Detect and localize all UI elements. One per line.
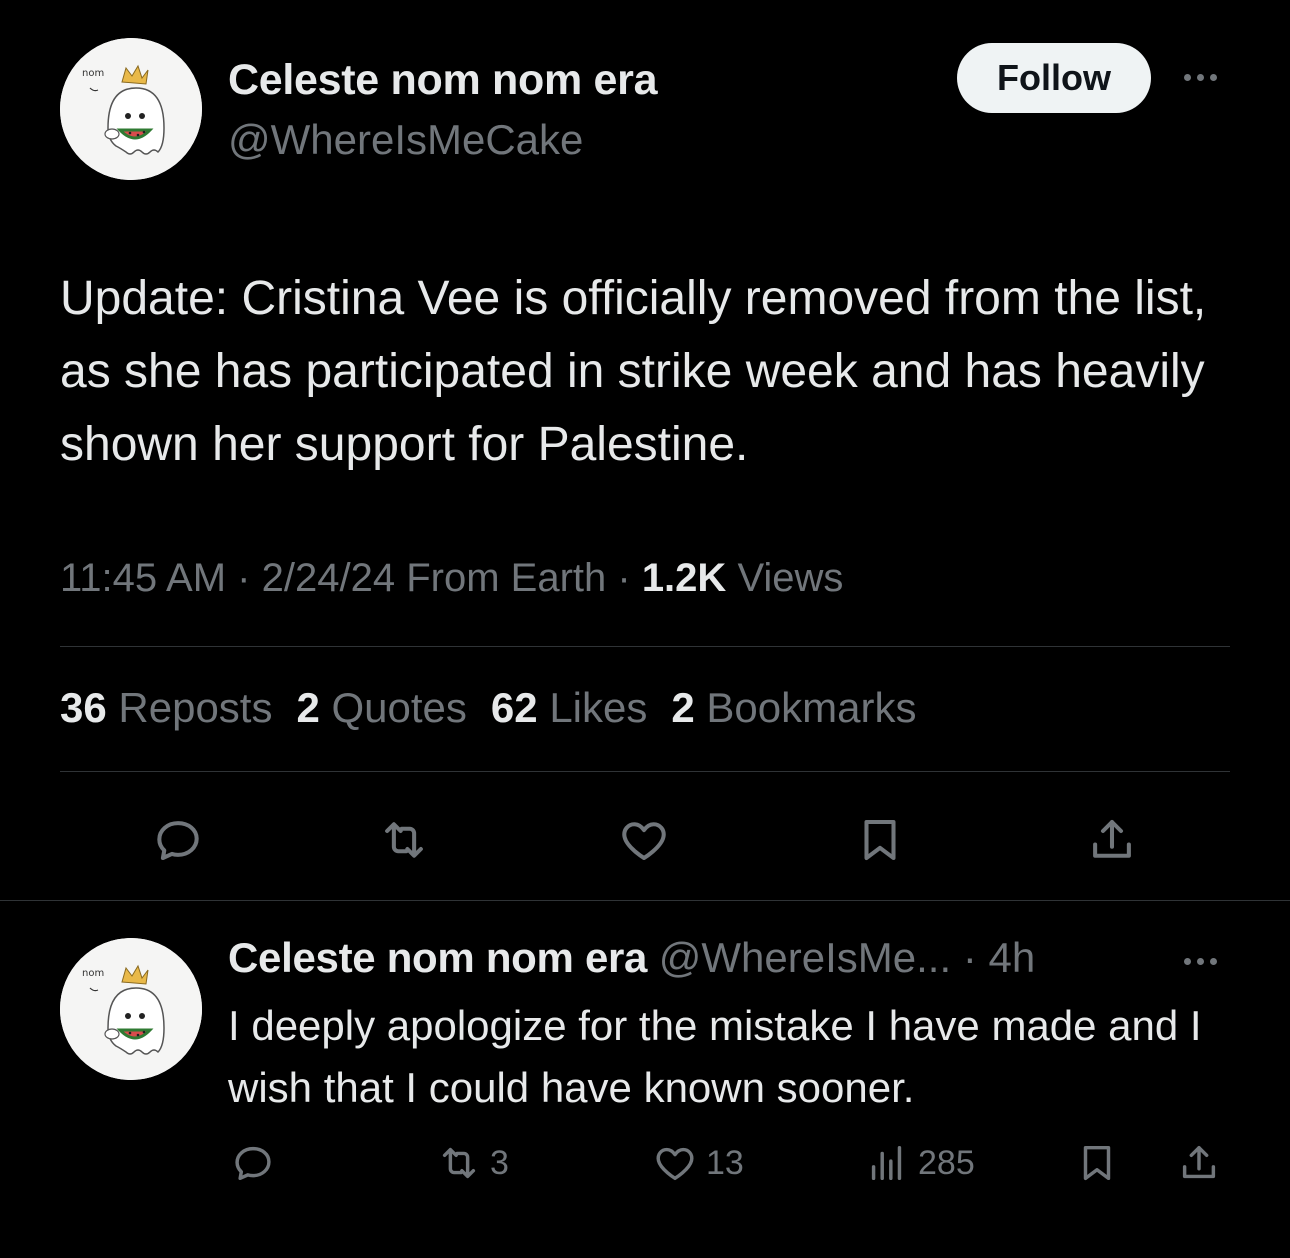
- svg-text:nom: nom: [82, 968, 104, 979]
- repost-icon: [442, 1147, 476, 1179]
- heart-icon: [622, 822, 666, 861]
- reply-icon: [157, 821, 199, 861]
- reply-text: I deeply apologize for the mistake I hav…: [228, 1002, 1202, 1111]
- divider: [60, 771, 1230, 772]
- share-icon: [1182, 1145, 1216, 1179]
- reply-repost-button[interactable]: 3: [436, 1140, 509, 1186]
- reply-like-count: 13: [706, 1143, 744, 1182]
- repost-button[interactable]: [374, 810, 434, 870]
- like-button[interactable]: [614, 810, 674, 870]
- engagement-stats: 36 Reposts 2 Quotes 62 Likes 2 Bookmarks: [60, 684, 916, 732]
- bookmark-icon: [864, 819, 896, 861]
- reply-repost-count: 3: [490, 1143, 509, 1182]
- repost-icon: [385, 822, 423, 858]
- reply-header: Celeste nom nom era @WhereIsMe... · 4h: [228, 934, 1036, 981]
- reply-like-button[interactable]: 13: [652, 1140, 744, 1186]
- reply-action-bar: 3 13 285: [0, 1140, 1290, 1196]
- likes-stat[interactable]: 62 Likes: [491, 684, 647, 732]
- reply-views-count: 285: [918, 1143, 975, 1182]
- tweet-action-bar: [0, 810, 1290, 870]
- svg-text:nom: nom: [82, 68, 104, 79]
- bookmarks-stat[interactable]: 2 Bookmarks: [671, 684, 916, 732]
- author-handle[interactable]: @WhereIsMeCake: [228, 116, 583, 164]
- section-divider: [0, 900, 1290, 901]
- reply-author-display-name[interactable]: Celeste nom nom era: [228, 934, 647, 981]
- views-label: Views: [737, 556, 844, 600]
- reply-views-button[interactable]: 285: [864, 1140, 975, 1186]
- ghost-avatar-icon: nom: [60, 938, 202, 1080]
- bookmark-button[interactable]: [850, 810, 910, 870]
- reply-author-handle[interactable]: @WhereIsMe...: [659, 934, 951, 981]
- tweet-time[interactable]: 11:45 AM: [60, 556, 226, 600]
- reply-more-options-icon[interactable]: [1184, 958, 1217, 965]
- reply-author-avatar[interactable]: nom: [60, 938, 202, 1080]
- reposts-stat[interactable]: 36 Reposts: [60, 684, 272, 732]
- heart-icon: [656, 1147, 694, 1181]
- tweet-meta: 11:45 AM · 2/24/24 From Earth · 1.2K Vie…: [60, 556, 844, 600]
- tweet-text: Update: Cristina Vee is officially remov…: [60, 272, 1207, 471]
- reply-share-button[interactable]: [1176, 1140, 1222, 1186]
- reply-icon: [235, 1146, 271, 1181]
- share-icon: [1093, 819, 1131, 858]
- share-button[interactable]: [1082, 810, 1142, 870]
- ghost-avatar-icon: nom: [60, 38, 202, 180]
- reply-bookmark-button[interactable]: [1074, 1140, 1120, 1186]
- reply-reply-button[interactable]: [230, 1140, 276, 1186]
- views-count: 1.2K: [641, 556, 727, 600]
- more-options-icon[interactable]: [1184, 74, 1217, 81]
- author-avatar[interactable]: nom: [60, 38, 202, 180]
- reply-button[interactable]: [148, 810, 208, 870]
- author-display-name[interactable]: Celeste nom nom era: [228, 56, 658, 105]
- quotes-stat[interactable]: 2 Quotes: [296, 684, 466, 732]
- views-chart-icon: [871, 1145, 902, 1181]
- follow-button[interactable]: Follow: [957, 43, 1151, 113]
- reply-time[interactable]: 4h: [988, 934, 1035, 981]
- tweet-source: From Earth: [406, 556, 607, 600]
- tweet-detail-page: nom Celeste nom nom era @WhereIsMeCake F…: [0, 0, 1290, 1258]
- tweet-date[interactable]: 2/24/24: [262, 556, 395, 600]
- bookmark-icon: [1083, 1145, 1111, 1181]
- divider: [60, 646, 1230, 647]
